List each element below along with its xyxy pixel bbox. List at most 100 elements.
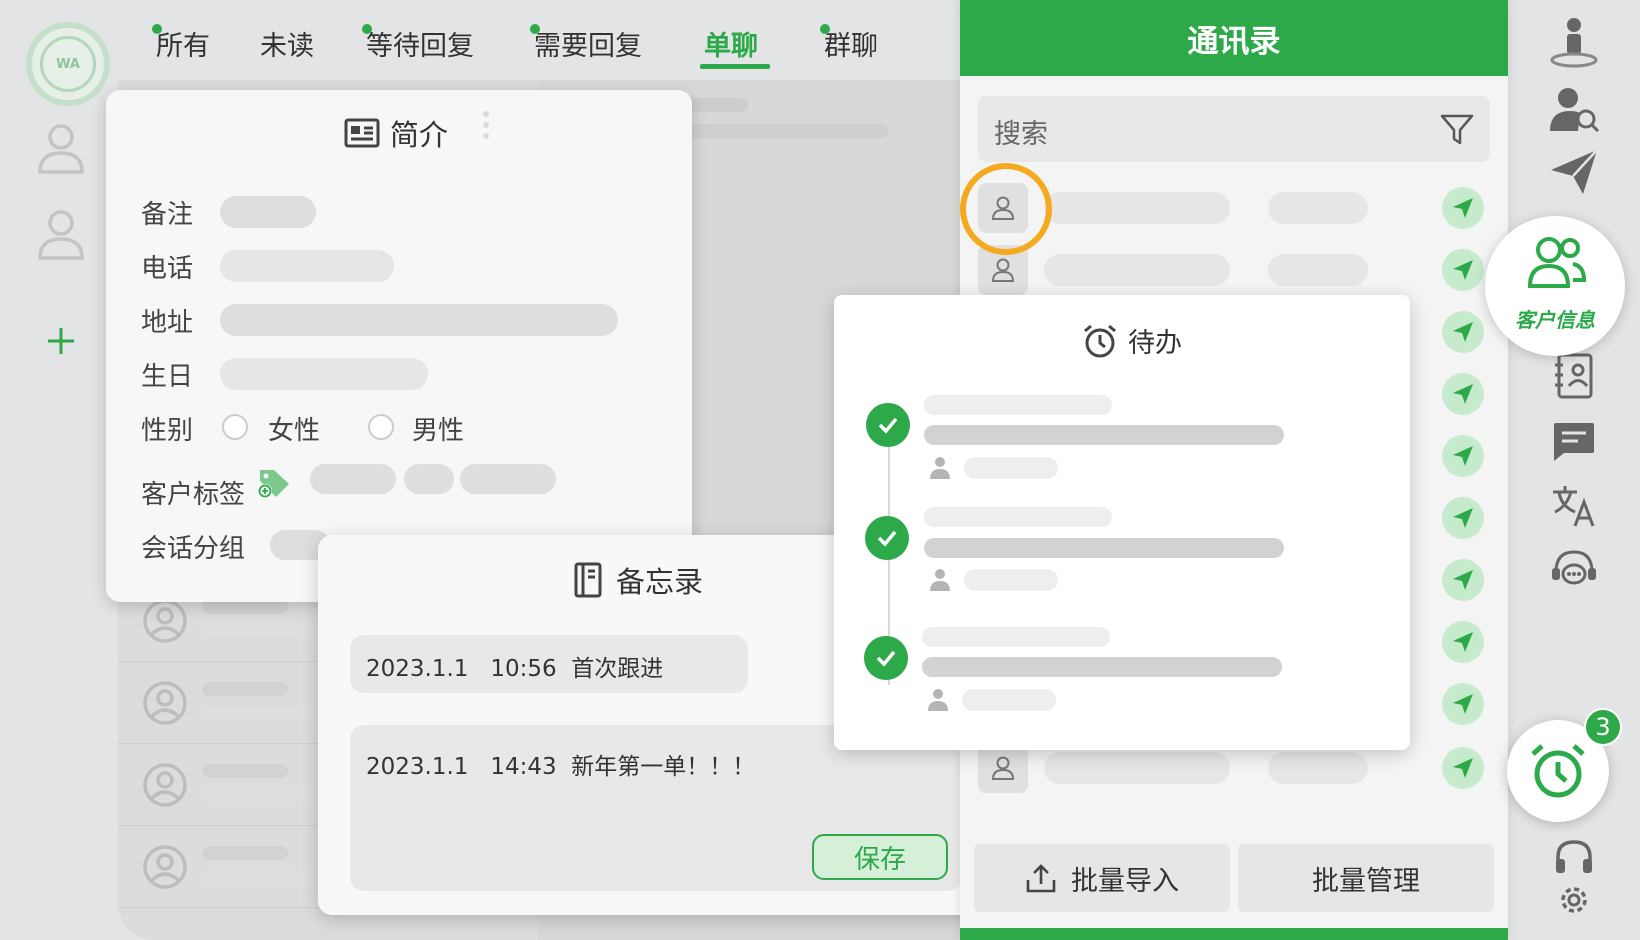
tab-unread[interactable]: 未读 [260, 24, 314, 63]
quick-reply-icon[interactable] [1546, 414, 1602, 470]
todo-card-title: 待办 [1128, 328, 1182, 359]
send-message-icon[interactable] [1442, 435, 1484, 477]
todo-card-header: 待办 [1082, 321, 1182, 360]
customer-service-chat-icon[interactable] [1546, 540, 1602, 596]
phone-label: 电话 [141, 254, 194, 284]
app-logo: WA [26, 22, 110, 106]
assignee-icon [926, 687, 950, 711]
upload-icon [1025, 862, 1057, 894]
send-message-icon[interactable] [1442, 249, 1484, 291]
memo-entry[interactable]: 2023.1.1 10:56 首次跟进 [350, 635, 748, 693]
unread-dot [530, 24, 540, 34]
tab-label: 未读 [260, 31, 314, 62]
save-button[interactable]: 保存 [812, 834, 948, 880]
account-avatar-icon[interactable] [36, 122, 86, 174]
contact-avatar-icon [142, 762, 188, 808]
customer-tags-label: 客户标签 [141, 480, 246, 510]
add-tag-icon[interactable] [256, 464, 292, 500]
send-message-icon[interactable] [1442, 683, 1484, 725]
contacts-bottom-bar [960, 928, 1508, 940]
remark-label: 备注 [141, 200, 194, 230]
tab-all[interactable]: 所有 [152, 24, 210, 63]
send-message-icon[interactable] [1442, 747, 1484, 789]
profile-card-title: 简介 [390, 118, 449, 152]
alarm-clock-icon [1529, 742, 1587, 800]
tab-label: 等待回复 [366, 31, 474, 62]
alarm-clock-icon [1082, 323, 1118, 359]
send-message-icon[interactable] [1442, 497, 1484, 539]
female-radio[interactable] [222, 414, 248, 440]
gender-label: 性别 [141, 416, 194, 446]
unread-dot [820, 24, 830, 34]
profile-card: 简介 备注 电话 地址 生日 性别 女性 男性 客户标签 会话分组 [106, 90, 692, 602]
contact-avatar-icon [142, 844, 188, 890]
active-tab-indicator [700, 64, 770, 69]
left-rail: WA [0, 0, 118, 940]
user-search-icon[interactable] [1546, 82, 1602, 138]
completed-check-icon[interactable] [866, 403, 910, 447]
assignee-icon [928, 567, 952, 591]
contacts-title: 通讯录 [960, 0, 1508, 76]
tab-label: 单聊 [704, 31, 758, 62]
remark-field[interactable] [220, 196, 316, 228]
completed-check-icon[interactable] [864, 636, 908, 680]
memo-card-header: 备忘录 [574, 559, 703, 601]
chat-filter-tabs: 所有 未读 等待回复 需要回复 单聊 群聊 [148, 20, 908, 74]
memo-entry-text: 2023.1.1 10:56 首次跟进 [366, 656, 664, 682]
male-label: 男性 [412, 416, 465, 446]
completed-check-icon[interactable] [865, 516, 909, 560]
customer-info-icon [1527, 236, 1587, 290]
unread-dot [152, 24, 162, 34]
contact-avatar-icon[interactable] [978, 743, 1028, 793]
tab-needs-reply[interactable]: 需要回复 [530, 24, 642, 63]
settings-gear-icon[interactable] [1546, 872, 1602, 928]
logo-text: WA [40, 36, 96, 92]
phone-field[interactable] [220, 250, 394, 282]
memo-card-title: 备忘录 [616, 565, 704, 599]
send-message-icon[interactable] [1442, 621, 1484, 663]
address-label: 地址 [141, 308, 194, 338]
account-avatar-icon[interactable] [36, 208, 86, 260]
birthday-label: 生日 [141, 362, 194, 392]
chat-group-label: 会话分组 [141, 534, 246, 564]
birthday-field[interactable] [220, 358, 428, 390]
contact-card-icon[interactable] [1546, 348, 1602, 404]
more-options-icon[interactable] [482, 110, 490, 140]
tag-chip[interactable] [460, 464, 556, 494]
search-placeholder: 搜索 [994, 119, 1048, 150]
tab-label: 所有 [156, 31, 210, 62]
customer-info-button[interactable]: 客户信息 [1485, 216, 1625, 356]
profile-stand-icon[interactable] [1546, 14, 1602, 70]
tab-awaiting-reply[interactable]: 等待回复 [362, 24, 474, 63]
filter-icon[interactable] [1440, 114, 1474, 146]
tag-chip[interactable] [310, 464, 396, 494]
batch-manage-label: 批量管理 [1312, 865, 1420, 897]
female-label: 女性 [268, 416, 321, 446]
male-radio[interactable] [368, 414, 394, 440]
contacts-footer: 批量导入 批量管理 [960, 838, 1508, 930]
todo-card: 待办 [834, 295, 1410, 750]
add-account-icon[interactable] [46, 326, 76, 356]
batch-manage-button[interactable]: 批量管理 [1238, 844, 1494, 912]
contact-search-input[interactable]: 搜索 [978, 96, 1490, 162]
tab-group-chat[interactable]: 群聊 [820, 24, 878, 63]
tab-label: 需要回复 [534, 31, 642, 62]
contact-row[interactable] [960, 240, 1508, 300]
batch-import-button[interactable]: 批量导入 [974, 844, 1230, 912]
batch-import-label: 批量导入 [1071, 865, 1179, 897]
tag-chip[interactable] [404, 464, 454, 494]
notebook-icon [574, 562, 602, 598]
send-message-icon[interactable] [1442, 187, 1484, 229]
send-message-icon[interactable] [1442, 311, 1484, 353]
unread-dot [362, 24, 372, 34]
contact-avatar-icon [142, 680, 188, 726]
translate-icon[interactable] [1546, 478, 1602, 534]
customer-info-label: 客户信息 [1515, 308, 1595, 332]
tab-private-chat[interactable]: 单聊 [704, 24, 758, 63]
todo-count-badge: 3 [1584, 708, 1622, 746]
send-message-icon[interactable] [1442, 373, 1484, 415]
tab-label: 群聊 [824, 31, 878, 62]
send-broadcast-icon[interactable] [1546, 144, 1602, 200]
send-message-icon[interactable] [1442, 559, 1484, 601]
address-field[interactable] [220, 304, 618, 336]
